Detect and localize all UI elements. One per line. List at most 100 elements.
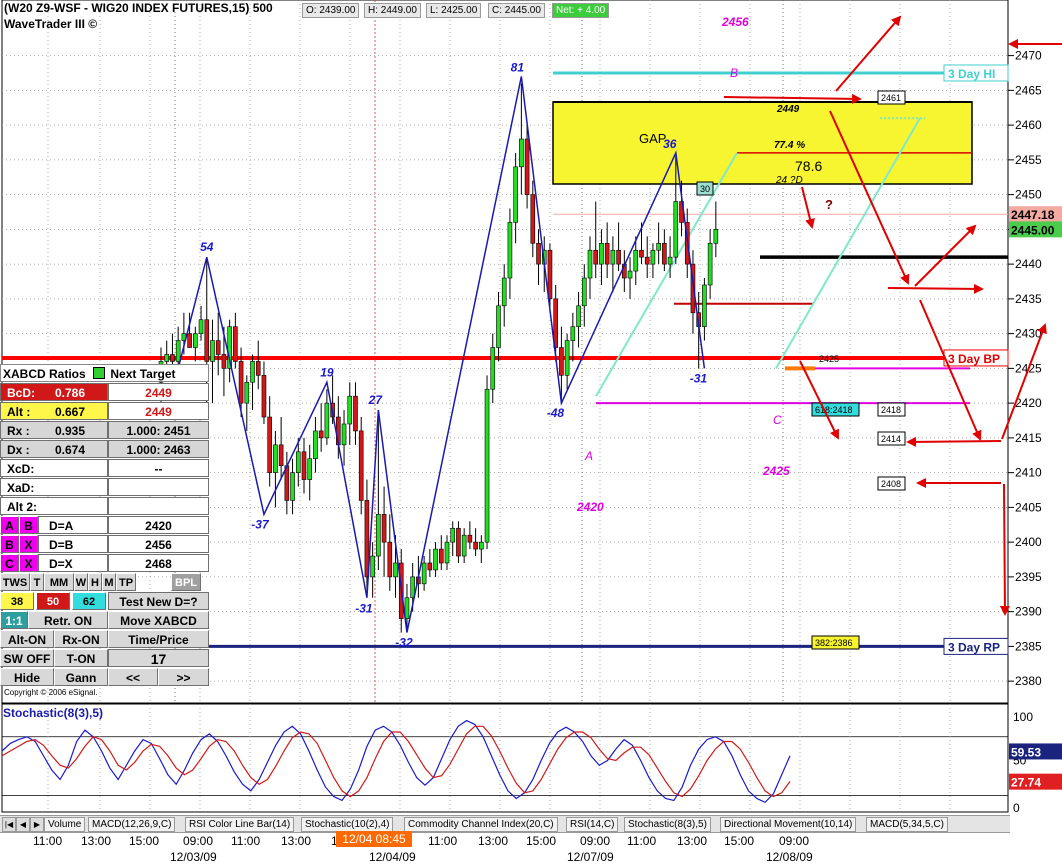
- time-price-button[interactable]: Time/Price: [108, 630, 209, 648]
- candle-body: [656, 242, 661, 251]
- tool-button-tp[interactable]: TP: [116, 573, 136, 591]
- rx-on-button[interactable]: Rx-ON: [54, 630, 108, 648]
- candle-body: [261, 375, 267, 418]
- candle-body: [358, 430, 364, 501]
- candle-body: [215, 340, 221, 355]
- gann-button[interactable]: Gann: [54, 668, 108, 686]
- tool-button-mm[interactable]: MM: [44, 573, 74, 591]
- candle-body: [427, 562, 433, 571]
- target-value: 2420: [108, 516, 209, 534]
- indicator-tab[interactable]: MACD(12,26,9,C): [88, 817, 176, 832]
- high-value: H: 2449.00: [364, 3, 421, 18]
- price-axis-label: 2435: [1015, 292, 1042, 306]
- target-point-button[interactable]: X: [19, 554, 38, 572]
- next-target-checkbox[interactable]: [93, 367, 106, 379]
- candle-body: [530, 194, 536, 244]
- indicator-tab[interactable]: Stochastic(8(3),5): [624, 817, 711, 832]
- candle-body: [421, 562, 427, 585]
- indicator-tab[interactable]: Directional Movement(10,14): [720, 817, 857, 832]
- sw-off-button[interactable]: SW OFF: [0, 649, 54, 667]
- target-point-button[interactable]: A: [0, 516, 19, 534]
- hide-button[interactable]: Hide: [0, 668, 54, 686]
- price-axis-label: 2390: [1015, 605, 1042, 619]
- candle-body: [353, 395, 358, 432]
- fib-value-button[interactable]: 50: [36, 592, 70, 610]
- candle-body: [633, 249, 639, 272]
- target-point-button[interactable]: B: [0, 535, 19, 553]
- ratio-row: Alt : 0.667 2449: [0, 402, 209, 421]
- target-point-button[interactable]: X: [19, 535, 38, 553]
- trend-arrow: [999, 483, 1010, 616]
- candle-body: [587, 249, 593, 279]
- indicator-tab[interactable]: RSI(14,C): [566, 817, 619, 832]
- candle-body: [667, 256, 673, 265]
- time-axis-label: 13:00: [281, 834, 312, 848]
- fib-value-button[interactable]: 38: [0, 592, 34, 610]
- tool-button-m[interactable]: M: [102, 573, 116, 591]
- alt-on-button[interactable]: Alt-ON: [0, 630, 54, 648]
- move-xabcd-button[interactable]: Move XABCD: [108, 611, 209, 629]
- candle-body: [599, 242, 604, 265]
- candle-body: [438, 548, 444, 564]
- wave-point-label: -37: [251, 517, 270, 531]
- indicator-tab[interactable]: MACD(5,34,5,C): [866, 817, 948, 832]
- stochastic-axis-label: 100: [1013, 710, 1033, 724]
- ratio-key-cell: Alt : 0.667: [0, 402, 108, 420]
- tab-scroll-first-icon[interactable]: |◀: [2, 817, 16, 832]
- t-on-button[interactable]: T-ON: [54, 649, 108, 667]
- wave-point-label: 27: [368, 393, 384, 407]
- nav-row: Hide Gann << >>: [0, 668, 209, 687]
- target-row: B X D=B 2456: [0, 535, 209, 554]
- candle-body: [244, 381, 250, 404]
- date-axis-label: 12/03/09: [170, 850, 217, 864]
- candle-body: [610, 249, 616, 265]
- ratio-target: --: [108, 459, 209, 477]
- candle-body: [273, 444, 278, 473]
- wave-point-label: 54: [200, 240, 214, 254]
- target-point-button[interactable]: C: [0, 554, 19, 572]
- tool-button-bpl[interactable]: BPL: [171, 573, 201, 591]
- candle-body: [204, 319, 210, 362]
- time-axis-label: 13:00: [478, 834, 509, 848]
- wave-point-label: -31: [355, 602, 373, 616]
- trend-arrow: [906, 436, 1002, 447]
- target-equation: D=A: [38, 516, 108, 534]
- target-equation: D=B: [38, 535, 108, 553]
- prev-button[interactable]: <<: [108, 668, 158, 686]
- ratio-row: XcD: --: [0, 459, 209, 478]
- indicator-tab[interactable]: RSI Color Line Bar(14): [185, 817, 295, 832]
- next-button[interactable]: >>: [158, 668, 209, 686]
- retracement-on-button[interactable]: Retr. ON: [28, 611, 108, 629]
- time-axis-label: 13:00: [81, 834, 112, 848]
- candle-body: [702, 284, 707, 327]
- tab-scroll-next-icon[interactable]: ▶: [30, 817, 44, 832]
- wave-point-label: 19: [320, 365, 334, 379]
- tool-button-tws[interactable]: TWS: [0, 573, 30, 591]
- candle-body: [164, 354, 170, 362]
- xabcd-title: XABCD Ratios: [3, 367, 86, 381]
- one-to-one-button[interactable]: 1:1: [0, 611, 28, 629]
- ratio-key: Dx :: [7, 443, 30, 457]
- target-point-button[interactable]: B: [19, 516, 38, 534]
- candle-body: [490, 347, 496, 390]
- chart-subtitle: WaveTrader III ©: [4, 17, 98, 31]
- ratio-target: 1.000: 2463: [108, 440, 209, 458]
- tool-button-h[interactable]: H: [88, 573, 102, 591]
- tab-scroll-prev-icon[interactable]: ◀: [16, 817, 30, 832]
- price-tag-label: 2447.18: [1011, 208, 1055, 222]
- indicator-tab[interactable]: Stochastic(10(2),4): [301, 817, 394, 832]
- indicator-tab[interactable]: Volume: [44, 817, 86, 832]
- tool-button-w[interactable]: W: [74, 573, 88, 591]
- target-row: A B D=A 2420: [0, 516, 209, 535]
- fib-value-button[interactable]: 62: [72, 592, 106, 610]
- candle-body: [381, 514, 387, 543]
- time-axis-label: 09:00: [580, 834, 611, 848]
- indicator-tab[interactable]: Commodity Channel Index(20,C): [404, 817, 558, 832]
- candle-body: [233, 326, 238, 362]
- candle-body: [393, 562, 398, 578]
- point-c-label: C: [773, 413, 782, 427]
- close-value: C: 2445.00: [488, 3, 545, 18]
- wave-point-label: 81: [511, 60, 525, 74]
- candle-body: [450, 527, 456, 543]
- tool-button-t[interactable]: T: [30, 573, 44, 591]
